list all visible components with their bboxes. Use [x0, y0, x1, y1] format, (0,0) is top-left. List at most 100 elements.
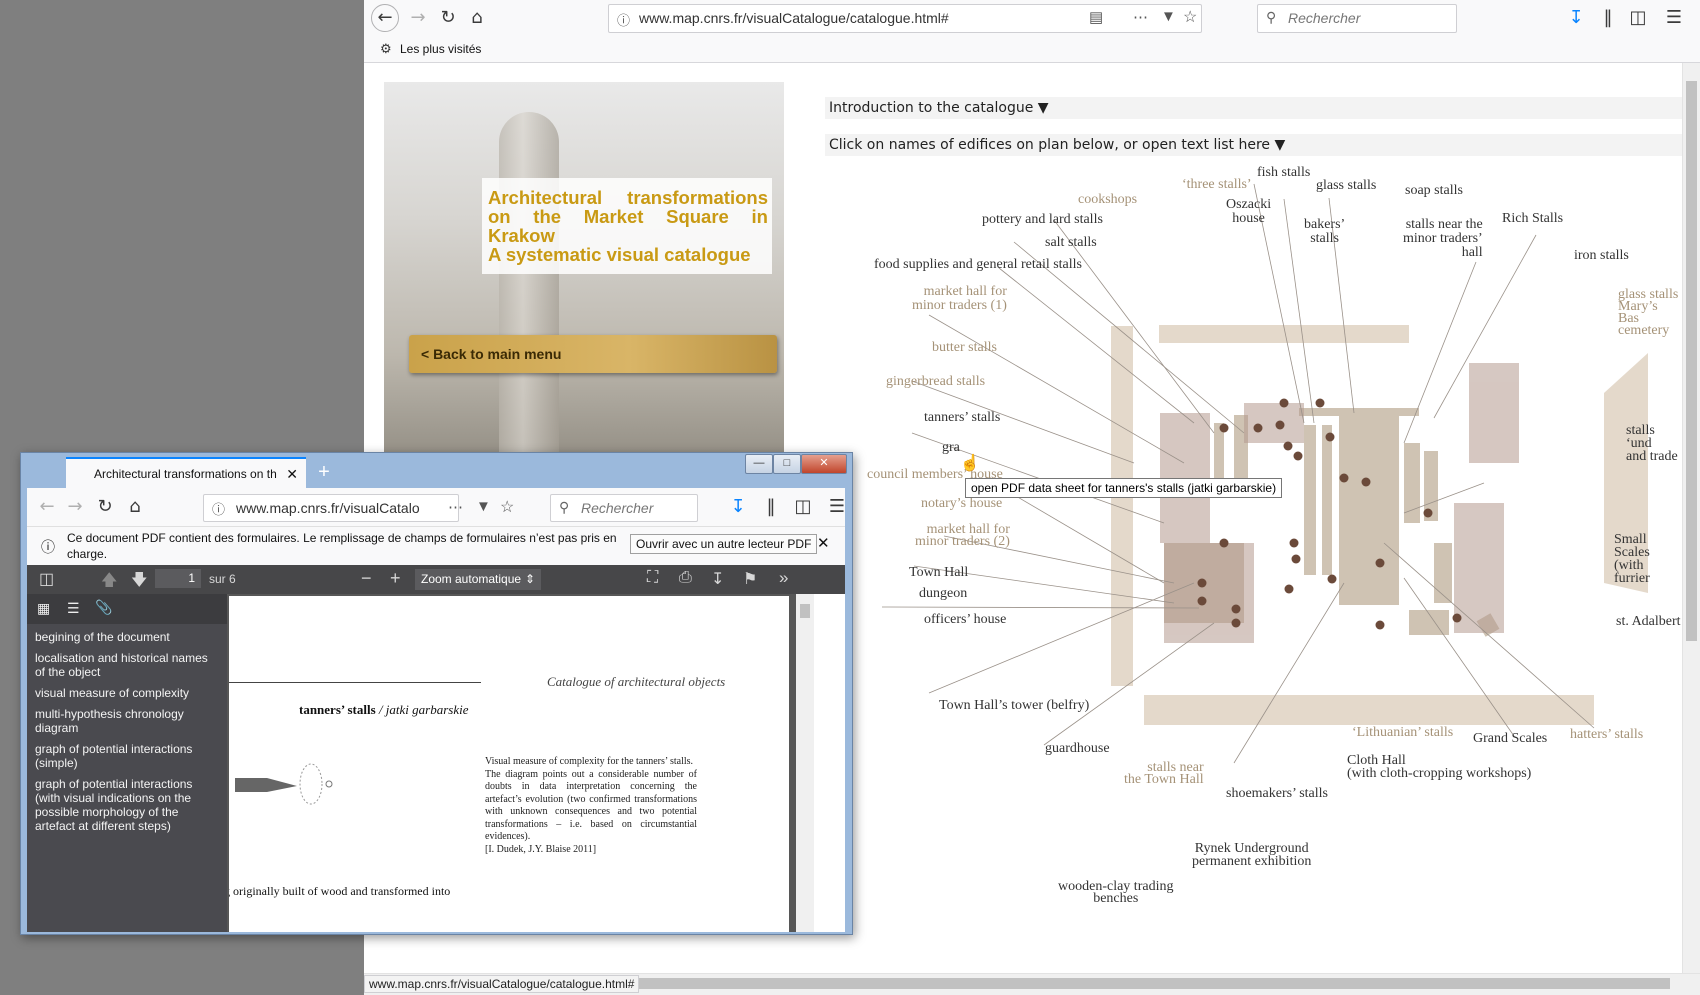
pdf-address-bar[interactable]: ⓘ www.map.cnrs.fr/visualCatalo ⋯ ▼ ☆: [203, 494, 514, 522]
outline-icon[interactable]: ☰: [67, 600, 80, 617]
back-icon[interactable]: ←: [33, 493, 61, 521]
download-icon[interactable]: ↧: [711, 569, 724, 589]
maximize-icon[interactable]: □: [773, 454, 801, 474]
label-iron-stalls[interactable]: iron stalls: [1574, 249, 1629, 263]
downloads-icon[interactable]: ↧: [1562, 4, 1590, 32]
next-page-icon[interactable]: 🡇: [131, 569, 147, 596]
sidebar-icon[interactable]: ◫: [1624, 4, 1652, 32]
label-pottery-lard-stalls[interactable]: pottery and lard stalls: [982, 213, 1103, 227]
forward-icon[interactable]: →: [404, 4, 432, 32]
label-oszacki-house[interactable]: Oszacki house: [1226, 198, 1271, 226]
label-soap-stalls[interactable]: soap stalls: [1405, 184, 1463, 198]
pdf-tab[interactable]: Architectural transformations on th ✕: [66, 457, 306, 488]
outline-item[interactable]: begining of the document: [35, 630, 220, 644]
label-st-adalbert[interactable]: st. Adalbert: [1616, 615, 1681, 629]
menu-icon[interactable]: ☰: [1660, 4, 1688, 32]
label-officers-house[interactable]: officers’ house: [924, 613, 1006, 627]
pdf-scrollbar-thumb[interactable]: [800, 604, 810, 618]
vertical-scrollbar[interactable]: [1682, 63, 1700, 973]
label-three-stalls[interactable]: ‘three stalls’: [1182, 178, 1252, 192]
print-icon[interactable]: ⎙: [679, 569, 692, 587]
bookmark-star-icon[interactable]: ☆: [500, 497, 514, 517]
label-salt-stalls[interactable]: salt stalls: [1045, 236, 1097, 250]
vertical-scrollbar-thumb[interactable]: [1686, 81, 1697, 641]
sidebar-icon[interactable]: ◫: [789, 493, 817, 521]
back-icon[interactable]: ←: [371, 4, 399, 32]
label-shoemakers-stalls[interactable]: shoemakers’ stalls: [1226, 787, 1328, 801]
address-bar[interactable]: ⓘ www.map.cnrs.fr/visualCatalogue/catalo…: [608, 4, 1202, 33]
close-tab-icon[interactable]: ✕: [286, 459, 298, 488]
tools-chevron-icon[interactable]: »: [779, 568, 788, 588]
label-notarys-house[interactable]: notary’s house: [921, 497, 1002, 511]
zoom-in-icon[interactable]: +: [390, 568, 401, 589]
search-box[interactable]: ⚲ Rechercher: [1257, 4, 1457, 33]
zoom-out-icon[interactable]: −: [361, 568, 372, 589]
label-town-hall-tower[interactable]: Town Hall’s tower (belfry): [939, 699, 1089, 713]
label-cookshops[interactable]: cookshops: [1078, 193, 1137, 207]
outline-item[interactable]: multi-hypothesis chronology diagram: [35, 707, 220, 735]
reader-view-icon[interactable]: ▤: [1089, 8, 1103, 26]
forward-icon[interactable]: →: [61, 493, 89, 521]
label-stalls-und[interactable]: stalls ‘und and trade: [1626, 424, 1682, 464]
presentation-mode-icon[interactable]: ⛶: [647, 569, 658, 587]
info-icon[interactable]: ⓘ: [212, 499, 225, 518]
thumbnails-icon[interactable]: ▦: [37, 600, 50, 617]
bookmark-icon[interactable]: ⚑: [743, 569, 757, 589]
home-icon[interactable]: ⌂: [463, 4, 491, 32]
outline-item[interactable]: graph of potential interactions (simple): [35, 742, 220, 770]
label-tanners-stalls[interactable]: tanners’ stalls: [924, 411, 1000, 425]
library-icon[interactable]: ‖: [757, 493, 785, 521]
new-tab-icon[interactable]: +: [311, 459, 337, 485]
label-rynek-underground[interactable]: Rynek Underground permanent exhibition: [1192, 842, 1311, 869]
label-guardhouse[interactable]: guardhouse: [1045, 742, 1110, 756]
bookmark-star-icon[interactable]: ☆: [1183, 7, 1197, 27]
outline-item[interactable]: visual measure of complexity: [35, 686, 220, 700]
label-dungeon[interactable]: dungeon: [919, 587, 967, 601]
outline-item[interactable]: graph of potential interactions (with vi…: [35, 777, 220, 833]
label-fish-stalls[interactable]: fish stalls: [1257, 166, 1310, 180]
page-actions-icon[interactable]: ⋯: [1133, 8, 1148, 26]
close-window-icon[interactable]: ✕: [801, 454, 847, 474]
label-cloth-hall[interactable]: Cloth Hall (with cloth-cropping workshop…: [1347, 754, 1531, 781]
reload-icon[interactable]: ↻: [91, 493, 119, 521]
attachments-icon[interactable]: 📎: [95, 599, 112, 616]
label-stalls-near-minor-hall[interactable]: stalls near the minor traders’ hall: [1403, 218, 1483, 260]
label-gingerbread-stalls[interactable]: gingerbread stalls: [886, 375, 985, 389]
label-rich-stalls[interactable]: Rich Stalls: [1502, 212, 1563, 226]
label-market-hall-2[interactable]: market hall for minor traders (2): [915, 523, 1010, 549]
label-grand-scales[interactable]: Grand Scales: [1473, 732, 1547, 746]
menu-icon[interactable]: ☰: [823, 493, 851, 521]
label-gra-truncated[interactable]: gra: [942, 441, 960, 455]
label-food-supplies[interactable]: food supplies and general retail stalls: [874, 258, 1082, 272]
outline-item[interactable]: localisation and historical names of the…: [35, 651, 220, 679]
reload-icon[interactable]: ↻: [434, 4, 462, 32]
page-number-input[interactable]: 1: [155, 569, 201, 588]
sidebar-toggle-icon[interactable]: ◫: [39, 569, 54, 589]
previous-page-icon[interactable]: 🡅: [101, 569, 117, 596]
page-actions-icon[interactable]: ⋯: [448, 498, 463, 516]
pdf-search-box[interactable]: ⚲ Rechercher: [550, 494, 698, 522]
label-town-hall[interactable]: Town Hall: [909, 566, 968, 580]
zoom-select[interactable]: Zoom automatique ⇕: [415, 569, 541, 590]
label-butter-stalls[interactable]: butter stalls: [932, 341, 997, 355]
downloads-icon[interactable]: ↧: [724, 493, 752, 521]
label-hatters-stalls[interactable]: hatters’ stalls: [1570, 728, 1643, 742]
label-stalls-near-town-hall[interactable]: stalls near the Town Hall: [1124, 761, 1204, 787]
label-small-scales[interactable]: Small Scales (with furrier: [1614, 533, 1682, 586]
open-other-reader-button[interactable]: Ouvrir avec un autre lecteur PDF: [630, 534, 818, 554]
label-wooden-clay-benches[interactable]: wooden-clay trading benches: [1058, 880, 1173, 906]
minimize-icon[interactable]: —: [745, 454, 773, 474]
label-bakers-stalls[interactable]: bakers’ stalls: [1304, 218, 1345, 246]
label-glass-stalls-cemetery[interactable]: glass stalls Mary’s Bas cemetery: [1618, 288, 1682, 338]
bookmark-most-visited[interactable]: Les plus visités: [400, 42, 481, 56]
label-market-hall-1[interactable]: market hall for minor traders (1): [912, 285, 1007, 313]
info-icon[interactable]: ⓘ: [617, 10, 630, 29]
close-notice-icon[interactable]: ✕: [817, 534, 830, 552]
pocket-icon[interactable]: ▼: [476, 498, 491, 515]
home-icon[interactable]: ⌂: [121, 493, 149, 521]
pocket-icon[interactable]: ▼: [1161, 8, 1176, 25]
library-icon[interactable]: ‖: [1594, 4, 1622, 32]
pdf-vertical-scrollbar[interactable]: [796, 594, 814, 932]
label-lithuanian-stalls[interactable]: ‘Lithuanian’ stalls: [1352, 726, 1453, 740]
label-glass-stalls[interactable]: glass stalls: [1316, 179, 1376, 193]
